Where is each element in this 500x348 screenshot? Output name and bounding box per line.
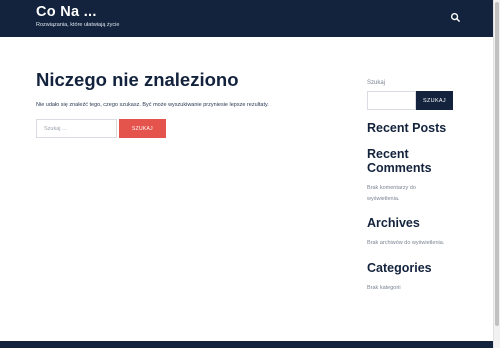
sidebar-search-button[interactable]: SZUKAJ bbox=[416, 91, 453, 110]
search-icon[interactable] bbox=[450, 12, 461, 23]
recent-comments-title-line1: Recent bbox=[367, 147, 409, 161]
site-tagline: Rozwiązania, które ułatwiają życie bbox=[36, 22, 120, 28]
site-footer bbox=[0, 341, 493, 348]
recent-comments-title-line2: Comments bbox=[367, 161, 432, 175]
archives-title: Archives bbox=[367, 216, 420, 230]
recent-comments-text-line2: wyświetlenia. bbox=[367, 196, 400, 202]
recent-comments-text-line1: Brak komentarzy do bbox=[367, 185, 416, 191]
sidebar-search-label: Szukaj bbox=[367, 80, 386, 86]
main-search-button[interactable]: SZUKAJ bbox=[119, 119, 166, 138]
sidebar-search-input[interactable] bbox=[367, 91, 416, 110]
page-title: Niczego nie znaleziono bbox=[36, 69, 239, 90]
not-found-message: Nie udało się znaleźć tego, czego szukas… bbox=[36, 102, 269, 108]
site-title[interactable]: Co Na ... bbox=[36, 4, 97, 20]
scrollbar[interactable] bbox=[493, 0, 500, 348]
main-search-input[interactable] bbox=[36, 119, 117, 138]
site-header: Co Na ... Rozwiązania, które ułatwiają ż… bbox=[0, 0, 493, 37]
scrollbar-thumb[interactable] bbox=[495, 2, 499, 326]
categories-title: Categories bbox=[367, 261, 432, 275]
categories-text: Brak kategorii bbox=[367, 285, 401, 291]
archives-text: Brak archiwów do wyświetlenia. bbox=[367, 240, 445, 246]
recent-posts-title: Recent Posts bbox=[367, 121, 447, 135]
